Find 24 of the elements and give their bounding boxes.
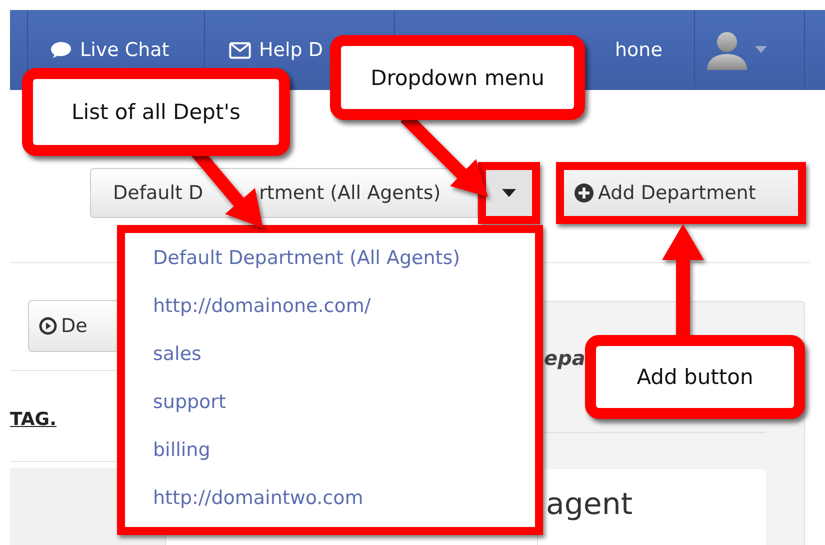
card-title: agent — [546, 487, 633, 522]
callout-label: Dropdown menu — [330, 35, 585, 120]
nav-link[interactable]: Help D — [229, 39, 323, 61]
caret-icon — [502, 189, 516, 197]
dropdown-item[interactable]: sales — [153, 337, 535, 385]
dropdown-item[interactable]: billing — [153, 433, 535, 481]
add-department-button[interactable]: Add Department — [564, 170, 798, 216]
dropdown-item[interactable]: http://domainone.com/ — [153, 289, 535, 337]
envelope-icon — [229, 42, 251, 58]
nav-link[interactable]: hone — [615, 39, 662, 61]
user-silhouette-icon — [705, 30, 769, 70]
plus-circle-icon — [574, 183, 594, 203]
play-circle-icon — [39, 317, 57, 335]
dropdown-item[interactable]: support — [153, 385, 535, 433]
department-select-button[interactable]: Default D rtment (All Agents) — [90, 168, 478, 218]
dropdown-item[interactable]: http://domaintwo.com — [153, 481, 535, 529]
nav-link[interactable]: Live Chat — [50, 39, 170, 61]
dropdown-item[interactable]: Default Department (All Agents) — [153, 241, 535, 289]
callout-label: List of all Dept's — [22, 68, 290, 156]
callout-label: Add button — [585, 335, 805, 419]
chat-bubble-icon — [50, 41, 72, 59]
user-menu-button[interactable] — [705, 30, 769, 70]
dropdown-toggle-button[interactable] — [486, 170, 532, 216]
panel-heading: epa — [544, 346, 586, 370]
